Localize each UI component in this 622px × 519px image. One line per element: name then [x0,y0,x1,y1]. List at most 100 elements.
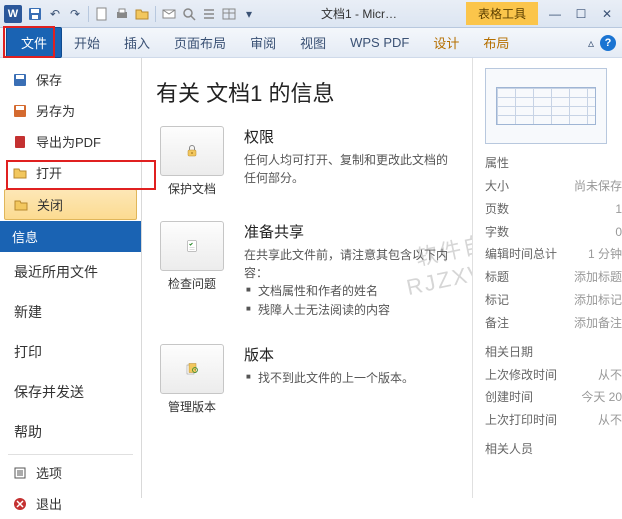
separator [155,6,156,22]
permissions-text: 任何人均可打开、复制和更改此文档的任何部分。 [244,151,458,187]
save-icon[interactable] [26,5,44,23]
sidebar-export-pdf[interactable]: 导出为PDF [0,126,141,157]
email-icon[interactable] [160,5,178,23]
ribbon-minimize-icon[interactable]: ▵ [588,36,594,50]
sidebar-recent[interactable]: 最近所用文件 [0,252,141,292]
sidebar-open[interactable]: 打开 [0,157,141,188]
quick-access-toolbar: ↶ ↷ ▾ [26,5,258,23]
undo-icon[interactable]: ↶ [46,5,64,23]
tab-wps-pdf[interactable]: WPS PDF [338,29,421,56]
manage-versions-button[interactable]: 管理版本 [156,344,228,415]
prepare-share-heading: 准备共享 [244,221,458,242]
sidebar-options[interactable]: 选项 [0,457,141,488]
window-controls: — ☐ ✕ [544,6,618,22]
tab-design[interactable]: 设计 [421,27,471,58]
prop-modified-label: 上次修改时间 [485,364,557,387]
save-icon [12,72,28,88]
permissions-heading: 权限 [244,126,458,147]
sidebar-help[interactable]: 帮助 [0,412,141,452]
table-icon[interactable] [220,5,238,23]
prepare-share-text: 在共享此文件前，请注意其包含以下内容： [244,246,458,282]
pdf-icon [12,134,28,150]
properties-heading: 属性 [485,154,622,171]
page-title: 有关 文档1 的信息 [156,76,458,108]
tab-view[interactable]: 视图 [288,27,338,58]
tab-insert[interactable]: 插入 [112,27,162,58]
backstage-view: 保存 另存为 导出为PDF 打开 关闭 信息 最近所用文件 新建 打印 保存并发… [0,58,622,498]
sidebar-info[interactable]: 信息 [0,221,141,252]
tab-review[interactable]: 审阅 [238,27,288,58]
check-item: 文档属性和作者的姓名 [244,282,458,301]
properties-panel: 属性 大小尚未保存 页数1 字数0 编辑时间总计1 分钟 标题添加标题 标记添加… [472,58,622,498]
open-folder-icon[interactable] [133,5,151,23]
tab-home[interactable]: 开始 [62,27,112,58]
options-icon [12,465,28,481]
close-folder-icon [13,197,29,213]
prop-created-value: 今天 20 [581,386,622,409]
prop-words-label: 字数 [485,221,509,244]
help-icon[interactable]: ? [600,35,616,51]
save-as-icon [12,103,28,119]
sidebar-print[interactable]: 打印 [0,332,141,372]
version-text: 找不到此文件的上一个版本。 [244,369,458,388]
close-window-button[interactable]: ✕ [596,6,618,22]
titlebar: W ↶ ↷ ▾ 文档1 - Micr… 表格工具 — ☐ ✕ [0,0,622,28]
prop-title-value[interactable]: 添加标题 [574,266,622,289]
window-title: 文档1 - Micr… [258,5,460,22]
dates-heading: 相关日期 [485,343,622,360]
backstage-sidebar: 保存 另存为 导出为PDF 打开 关闭 信息 最近所用文件 新建 打印 保存并发… [0,58,142,498]
print-icon[interactable] [113,5,131,23]
open-icon [12,165,28,181]
tab-layout[interactable]: 页面布局 [162,27,238,58]
check-item: 残障人士无法阅读的内容 [244,301,458,320]
qat-dropdown-icon[interactable]: ▾ [240,5,258,23]
check-section: 检查问题 准备共享 在共享此文件前，请注意其包含以下内容： 文档属性和作者的姓名… [156,221,458,320]
prop-pages-value: 1 [615,198,622,221]
prop-modified-value: 从不 [598,364,622,387]
lock-shield-icon [160,126,224,176]
contextual-tab-label: 表格工具 [466,2,538,25]
maximize-button[interactable]: ☐ [570,6,592,22]
prop-pages-label: 页数 [485,198,509,221]
people-heading: 相关人员 [485,440,622,457]
document-thumbnail[interactable] [485,68,607,144]
checklist-icon [160,221,224,271]
version-section: 管理版本 版本 找不到此文件的上一个版本。 [156,344,458,415]
minimize-button[interactable]: — [544,6,566,22]
prop-created-label: 创建时间 [485,386,533,409]
check-issues-button[interactable]: 检查问题 [156,221,228,320]
prop-tags-value[interactable]: 添加标记 [574,289,622,312]
separator [88,6,89,22]
toc-icon[interactable] [200,5,218,23]
sidebar-save-send[interactable]: 保存并发送 [0,372,141,412]
redo-icon[interactable]: ↷ [66,5,84,23]
prop-edittime-value: 1 分钟 [588,243,622,266]
tab-file[interactable]: 文件 [6,27,62,58]
new-doc-icon[interactable] [93,5,111,23]
separator [8,454,133,455]
prop-title-label: 标题 [485,266,509,289]
sidebar-close[interactable]: 关闭 [4,189,137,220]
protect-section: 保护文档 权限 任何人均可打开、复制和更改此文档的任何部分。 [156,126,458,197]
prop-words-value: 0 [615,221,622,244]
sidebar-new[interactable]: 新建 [0,292,141,332]
prop-tags-label: 标记 [485,289,509,312]
sidebar-save-as[interactable]: 另存为 [0,95,141,126]
protect-document-button[interactable]: 保护文档 [156,126,228,197]
word-app-icon: W [4,5,22,23]
versions-heading: 版本 [244,344,458,365]
find-icon[interactable] [180,5,198,23]
versions-icon [160,344,224,394]
prop-notes-value[interactable]: 添加备注 [574,312,622,335]
prop-notes-label: 备注 [485,312,509,335]
prop-edittime-label: 编辑时间总计 [485,243,557,266]
prop-printed-label: 上次打印时间 [485,409,557,432]
sidebar-save[interactable]: 保存 [0,64,141,95]
prop-printed-value: 从不 [598,409,622,432]
tab-table-layout[interactable]: 布局 [471,27,521,58]
backstage-main: 有关 文档1 的信息 保护文档 权限 任何人均可打开、复制和更改此文档的任何部分… [142,58,472,498]
prop-size-value: 尚未保存 [574,175,622,198]
ribbon-tabs: 文件 开始 插入 页面布局 审阅 视图 WPS PDF 设计 布局 ▵ ? [0,28,622,58]
sidebar-exit[interactable]: 退出 [0,488,141,519]
prop-size-label: 大小 [485,175,509,198]
